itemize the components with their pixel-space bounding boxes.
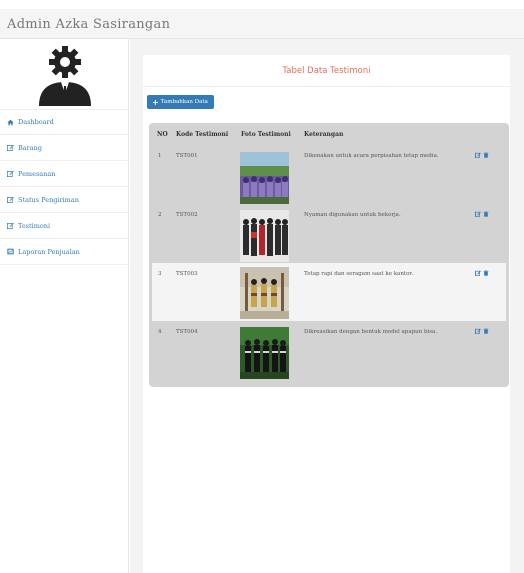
row-keterangan: Dikreasikan dengan bentuk model apapun b… [304,329,438,335]
testimoni-photo [240,152,289,204]
sidebar-item-label: Pemesanan [18,169,56,178]
trash-icon[interactable] [483,328,489,334]
table-row: 1 TST001 Dikenakan untuk acara perpisaha… [152,147,506,205]
row-no: 2 [158,212,162,218]
row-kode: TST003 [176,271,198,277]
add-data-button[interactable]: + Tambahkan Data [147,95,214,109]
table-header: NO Kode Testimoni Foto Testimoni Keteran… [149,131,509,145]
sidebar: Dashboard Barang Pemesanan Status Pengir… [0,39,129,573]
row-no: 4 [158,329,162,335]
row-actions: | | [475,270,489,276]
edit-icon [6,222,14,230]
testimoni-photo [240,210,289,262]
trash-icon[interactable] [483,211,489,217]
sidebar-item-label: Dashboard [18,118,54,126]
row-no: 3 [158,271,162,277]
row-actions: | | [475,328,489,334]
header-kode: Kode Testimoni [176,131,229,138]
add-data-label: Tambahkan Data [160,99,208,105]
divider [143,86,510,87]
sidebar-nav: Dashboard Barang Pemesanan Status Pengir… [0,109,129,265]
table-row: 4 TST004 Dikreasikan dengan bentuk model… [152,323,506,381]
sidebar-item-testimoni[interactable]: Testimoni [0,213,129,239]
row-kode: TST004 [176,329,198,335]
testimoni-photo [240,327,289,379]
home-icon [6,118,14,126]
app-brand[interactable]: Admin Azka Sasirangan [7,17,170,32]
row-kode: TST002 [176,212,198,218]
sidebar-item-laporan-penjualan[interactable]: Laporan Penjualan [0,239,129,265]
sidebar-item-label: Testimoni [18,221,51,230]
sidebar-item-status-pengiriman[interactable]: Status Pengiriman [0,187,129,213]
action-separator: | | [475,152,480,158]
plus-icon: + [152,97,159,107]
edit-icon [6,144,14,152]
row-actions: | | [475,152,489,158]
sidebar-item-label: Status Pengiriman [18,195,79,204]
row-keterangan: Nyaman digunakan untuk bekerja. [304,212,401,218]
testimoni-photo [240,267,289,319]
page-title: Tabel Data Testimoni [282,66,371,76]
sidebar-item-label: Barang [18,143,42,152]
row-no: 1 [158,153,162,159]
table-row: 2 TST002 Nyaman digunakan untuk bekerja.… [152,205,506,263]
sidebar-item-dashboard[interactable]: Dashboard [0,109,129,135]
sidebar-item-label: Laporan Penjualan [18,247,80,256]
header-foto: Foto Testimoni [241,131,291,138]
row-keterangan: Tetap rapi dan seragam saat ke kantor. [304,271,414,277]
action-separator: | | [475,328,480,334]
row-kode: TST001 [176,153,198,159]
sidebar-item-pemesanan[interactable]: Pemesanan [0,161,129,187]
table-row: 3 TST003 Tetap rapi dan seragam saat ke … [152,263,506,321]
trash-icon[interactable] [483,270,489,276]
trash-icon[interactable] [483,152,489,158]
action-separator: | | [475,211,480,217]
edit-icon [6,170,14,178]
edit-icon [6,196,14,204]
top-navbar: Admin Azka Sasirangan [0,9,524,39]
row-actions: | | [475,211,489,217]
header-no: NO [157,131,168,138]
sidebar-item-barang[interactable]: Barang [0,135,129,161]
header-keterangan: Keterangan [304,131,344,138]
action-separator: | | [475,270,480,276]
row-keterangan: Dikenakan untuk acara perpisahan tetap m… [304,153,439,159]
report-icon [6,248,14,256]
admin-avatar-icon [39,46,91,106]
